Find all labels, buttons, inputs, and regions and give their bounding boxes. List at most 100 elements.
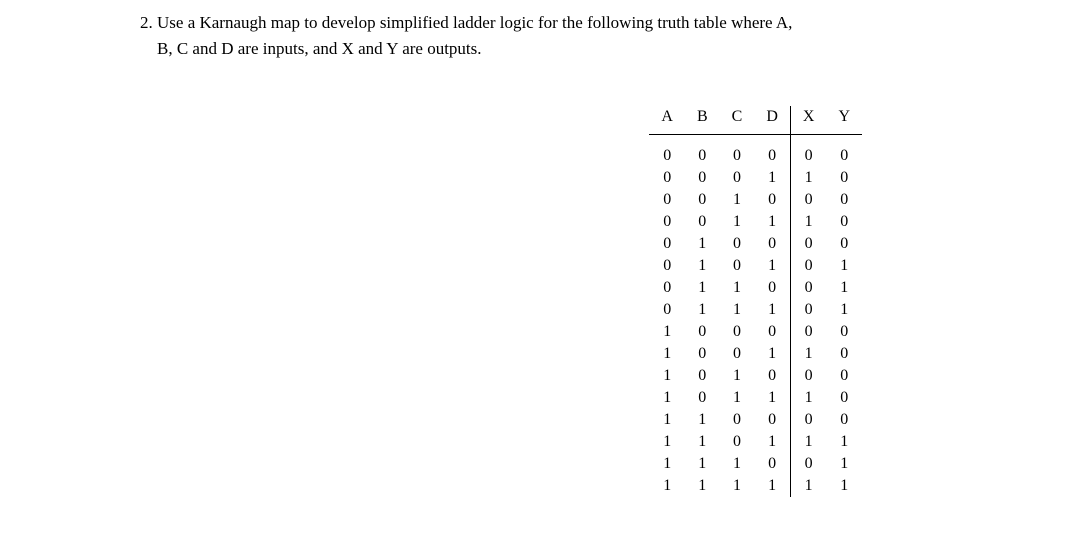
table-cell: 0 — [685, 167, 720, 189]
table-cell: 0 — [790, 189, 826, 211]
table-cell: 0 — [649, 167, 685, 189]
table-cell: 1 — [826, 431, 862, 453]
table-cell: 1 — [790, 167, 826, 189]
table-cell: 1 — [754, 343, 790, 365]
table-row: 011101 — [649, 299, 862, 321]
table-cell: 0 — [790, 277, 826, 299]
table-cell: 1 — [685, 255, 720, 277]
table-cell: 0 — [826, 365, 862, 387]
table-cell: 1 — [685, 233, 720, 255]
table-row: 010101 — [649, 255, 862, 277]
table-cell: 0 — [685, 343, 720, 365]
table-cell: 0 — [685, 365, 720, 387]
table-cell: 0 — [826, 321, 862, 343]
table-cell: 1 — [685, 431, 720, 453]
table-cell: 0 — [754, 233, 790, 255]
table-cell: 0 — [826, 135, 862, 168]
table-cell: 1 — [720, 277, 755, 299]
table-cell: 0 — [790, 365, 826, 387]
table-cell: 0 — [754, 135, 790, 168]
table-cell: 0 — [790, 409, 826, 431]
table-cell: 1 — [826, 255, 862, 277]
table-row: 101110 — [649, 387, 862, 409]
table-cell: 1 — [720, 475, 755, 497]
table-cell: 1 — [685, 409, 720, 431]
table-cell: 1 — [649, 321, 685, 343]
table-row: 110000 — [649, 409, 862, 431]
table-row: 011001 — [649, 277, 862, 299]
table-cell: 1 — [790, 343, 826, 365]
table-cell: 0 — [720, 255, 755, 277]
table-cell: 1 — [649, 475, 685, 497]
table-cell: 0 — [720, 167, 755, 189]
table-row: 001000 — [649, 189, 862, 211]
table-cell: 1 — [685, 299, 720, 321]
table-cell: 1 — [826, 475, 862, 497]
table-cell: 0 — [790, 299, 826, 321]
question-line1: Use a Karnaugh map to develop simplified… — [157, 13, 792, 32]
table-cell: 0 — [754, 365, 790, 387]
table-cell: 0 — [826, 167, 862, 189]
table-cell: 1 — [754, 255, 790, 277]
table-row: 111111 — [649, 475, 862, 497]
table-cell: 0 — [790, 233, 826, 255]
table-cell: 1 — [649, 343, 685, 365]
table-cell: 1 — [720, 387, 755, 409]
table-cell: 0 — [720, 321, 755, 343]
table-cell: 0 — [685, 387, 720, 409]
table-row: 000110 — [649, 167, 862, 189]
table-cell: 1 — [826, 277, 862, 299]
table-cell: 1 — [685, 453, 720, 475]
table-cell: 0 — [685, 321, 720, 343]
table-cell: 0 — [685, 189, 720, 211]
header-c: C — [720, 106, 755, 135]
header-x: X — [790, 106, 826, 135]
table-cell: 1 — [685, 475, 720, 497]
table-cell: 0 — [826, 387, 862, 409]
table-cell: 1 — [754, 211, 790, 233]
table-cell: 1 — [790, 211, 826, 233]
table-cell: 0 — [826, 343, 862, 365]
table-cell: 1 — [649, 365, 685, 387]
table-cell: 0 — [649, 277, 685, 299]
question-text: 2. Use a Karnaugh map to develop simplif… — [140, 10, 1000, 61]
table-cell: 0 — [826, 189, 862, 211]
table-row: 111001 — [649, 453, 862, 475]
table-cell: 1 — [720, 189, 755, 211]
table-cell: 1 — [754, 299, 790, 321]
header-b: B — [685, 106, 720, 135]
table-cell: 0 — [649, 299, 685, 321]
table-cell: 0 — [720, 431, 755, 453]
table-row: 100000 — [649, 321, 862, 343]
table-cell: 1 — [649, 387, 685, 409]
table-cell: 1 — [754, 387, 790, 409]
table-cell: 0 — [754, 277, 790, 299]
table-cell: 1 — [720, 299, 755, 321]
table-cell: 0 — [649, 233, 685, 255]
table-cell: 1 — [754, 431, 790, 453]
table-cell: 0 — [649, 135, 685, 168]
header-a: A — [649, 106, 685, 135]
table-cell: 0 — [790, 135, 826, 168]
table-cell: 0 — [649, 255, 685, 277]
table-cell: 1 — [649, 453, 685, 475]
table-cell: 0 — [754, 453, 790, 475]
table-cell: 0 — [826, 409, 862, 431]
table-cell: 0 — [826, 233, 862, 255]
table-cell: 0 — [754, 409, 790, 431]
table-cell: 1 — [790, 475, 826, 497]
question-line2: B, C and D are inputs, and X and Y are o… — [157, 39, 482, 58]
table-cell: 0 — [720, 233, 755, 255]
table-cell: 0 — [790, 453, 826, 475]
table-cell: 0 — [790, 255, 826, 277]
table-cell: 1 — [649, 431, 685, 453]
table-cell: 1 — [754, 167, 790, 189]
table-cell: 0 — [720, 343, 755, 365]
table-cell: 1 — [790, 387, 826, 409]
header-d: D — [754, 106, 790, 135]
truth-table: A B C D X Y 0000000001100010000011100100… — [649, 106, 862, 497]
table-cell: 1 — [685, 277, 720, 299]
header-y: Y — [826, 106, 862, 135]
table-cell: 0 — [720, 409, 755, 431]
table-cell: 1 — [720, 211, 755, 233]
